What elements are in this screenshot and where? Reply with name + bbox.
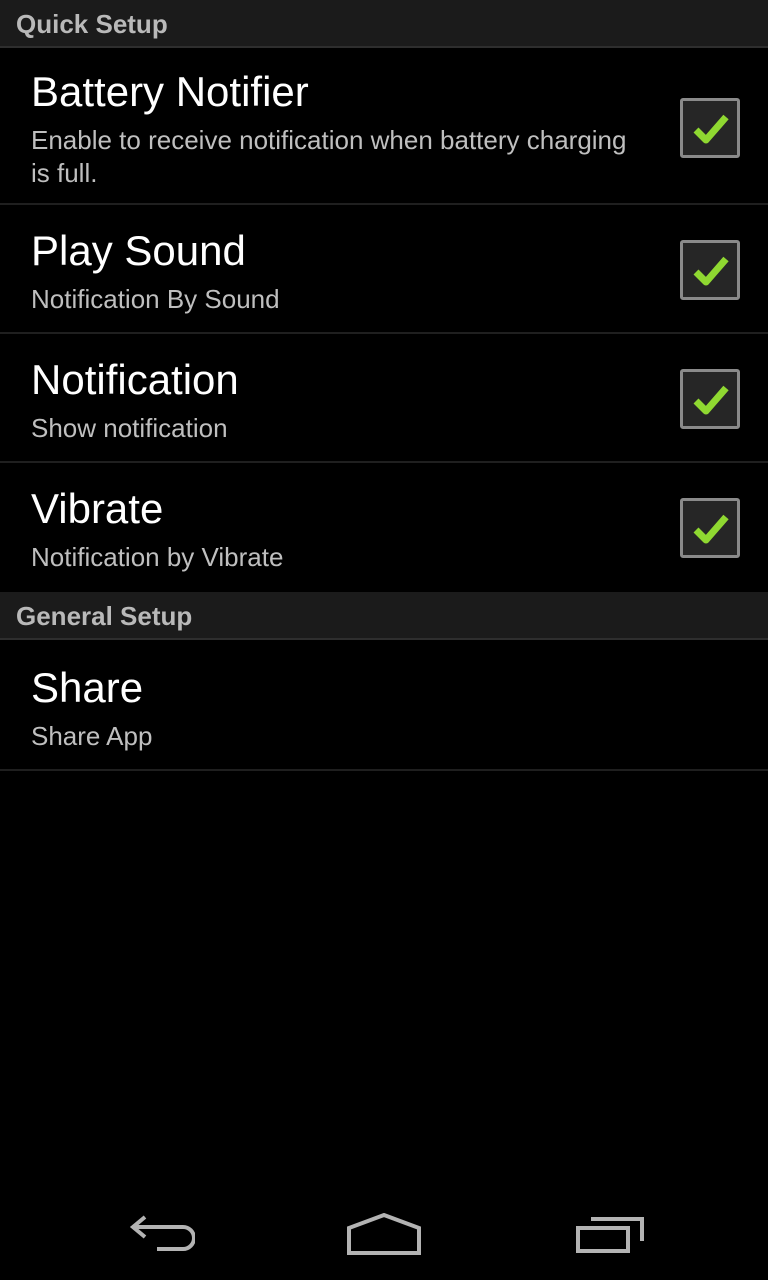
battery-notifier-checkbox[interactable]	[680, 98, 740, 158]
pref-title: Battery Notifier	[31, 68, 309, 115]
pref-title: Share	[31, 664, 144, 711]
checkmark-icon	[693, 385, 729, 415]
home-icon	[347, 1213, 421, 1255]
pref-vibrate[interactable]: Vibrate Notification by Vibrate	[0, 463, 768, 592]
section-header-quick-setup: Quick Setup	[0, 0, 768, 48]
pref-title: Play Sound	[31, 227, 246, 274]
section-header-general-setup: General Setup	[0, 592, 768, 640]
notification-checkbox[interactable]	[680, 369, 740, 429]
back-icon	[129, 1215, 195, 1251]
pref-summary: Show notification	[31, 413, 228, 443]
pref-summary: Enable to receive notification when batt…	[31, 125, 627, 188]
pref-summary: Notification by Vibrate	[31, 542, 284, 572]
home-button[interactable]	[304, 1190, 464, 1280]
checkmark-icon	[693, 256, 729, 286]
navigation-bar	[0, 1190, 768, 1280]
pref-summary: Share App	[31, 721, 153, 751]
pref-share[interactable]: Share Share App	[0, 640, 768, 771]
pref-battery-notifier[interactable]: Battery Notifier Enable to receive notif…	[0, 48, 768, 205]
recent-apps-icon	[576, 1217, 644, 1253]
pref-notification[interactable]: Notification Show notification	[0, 334, 768, 463]
play-sound-checkbox[interactable]	[680, 240, 740, 300]
vibrate-checkbox[interactable]	[680, 498, 740, 558]
pref-summary: Notification By Sound	[31, 284, 280, 314]
checkmark-icon	[693, 114, 729, 144]
section-header-label: Quick Setup	[16, 9, 168, 39]
pref-play-sound[interactable]: Play Sound Notification By Sound	[0, 205, 768, 334]
section-header-label: General Setup	[16, 601, 193, 631]
recent-apps-button[interactable]	[530, 1190, 690, 1280]
back-button[interactable]	[80, 1190, 240, 1280]
checkmark-icon	[693, 514, 729, 544]
pref-title: Notification	[31, 356, 239, 403]
pref-title: Vibrate	[31, 485, 164, 532]
